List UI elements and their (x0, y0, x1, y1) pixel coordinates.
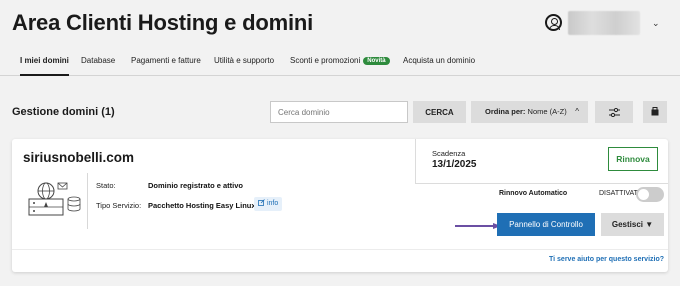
export-button[interactable] (643, 101, 667, 123)
new-badge: Novità (363, 57, 390, 65)
domain-card: siriusnobelli.com Stato: Dominio registr… (12, 139, 668, 272)
tab-database[interactable]: Database (81, 56, 115, 76)
help-link[interactable]: Ti serve aiuto per questo servizio? (549, 256, 664, 263)
page-title: Area Clienti Hosting e domini (12, 10, 314, 35)
tab-promotions-label: Sconti e promozioni (290, 56, 361, 65)
filter-sliders-icon (608, 108, 620, 118)
username-redacted[interactable] (568, 11, 640, 35)
external-link-icon (258, 199, 265, 206)
sort-prefix: Ordina per: (485, 107, 526, 116)
renew-button[interactable]: Rinnova (608, 147, 658, 171)
control-panel-button[interactable]: Pannello di Controllo (497, 213, 595, 236)
tab-payments[interactable]: Pagamenti e fatture (131, 56, 201, 76)
info-label: info (266, 200, 279, 207)
sort-dropdown[interactable]: Ordina per: Nome (A-Z) ^ (471, 101, 588, 123)
domain-name: siriusnobelli.com (23, 150, 135, 165)
expiry-label: Scadenza (432, 149, 466, 158)
expiry-date: 13/1/2025 (432, 159, 477, 170)
auto-renew-toggle[interactable] (636, 187, 664, 202)
tab-buy-domain[interactable]: Acquista un dominio (403, 56, 475, 76)
main-tabs: I miei domini Database Pagamenti e fattu… (0, 54, 680, 76)
chevron-up-icon: ^ (575, 107, 579, 116)
divider (87, 173, 88, 229)
hosting-server-icon (28, 182, 81, 216)
arrow-pointer-icon (455, 223, 501, 229)
search-input[interactable] (270, 101, 408, 123)
sort-value: Nome (A-Z) (527, 107, 567, 116)
manage-button[interactable]: Gestisci ▼ (601, 213, 664, 236)
section-title: Gestione domini (1) (12, 106, 115, 118)
service-type-label: Tipo Servizio: (96, 201, 142, 210)
service-type-value: Pacchetto Hosting Easy Linux (148, 201, 256, 210)
chevron-down-icon[interactable]: ⌄ (652, 18, 660, 29)
info-button[interactable]: info (254, 197, 283, 211)
status-label: Stato: (96, 181, 116, 190)
tab-utilities[interactable]: Utilità e supporto (214, 56, 274, 76)
header: Area Clienti Hosting e domini ⌄ I miei d… (0, 0, 680, 88)
export-icon (651, 107, 659, 116)
tab-my-domains[interactable]: I miei domini (20, 56, 69, 76)
card-footer-divider (12, 249, 668, 250)
user-account-icon[interactable] (545, 14, 562, 31)
expiry-box: Scadenza 13/1/2025 Rinnova (415, 139, 668, 184)
tab-promotions[interactable]: Sconti e promozioni Novità (290, 56, 390, 76)
status-value: Dominio registrato e attivo (148, 181, 244, 190)
filter-button[interactable] (595, 101, 633, 123)
search-button[interactable]: CERCA (413, 101, 466, 123)
auto-renew-label: Rinnovo Automatico (499, 190, 568, 197)
